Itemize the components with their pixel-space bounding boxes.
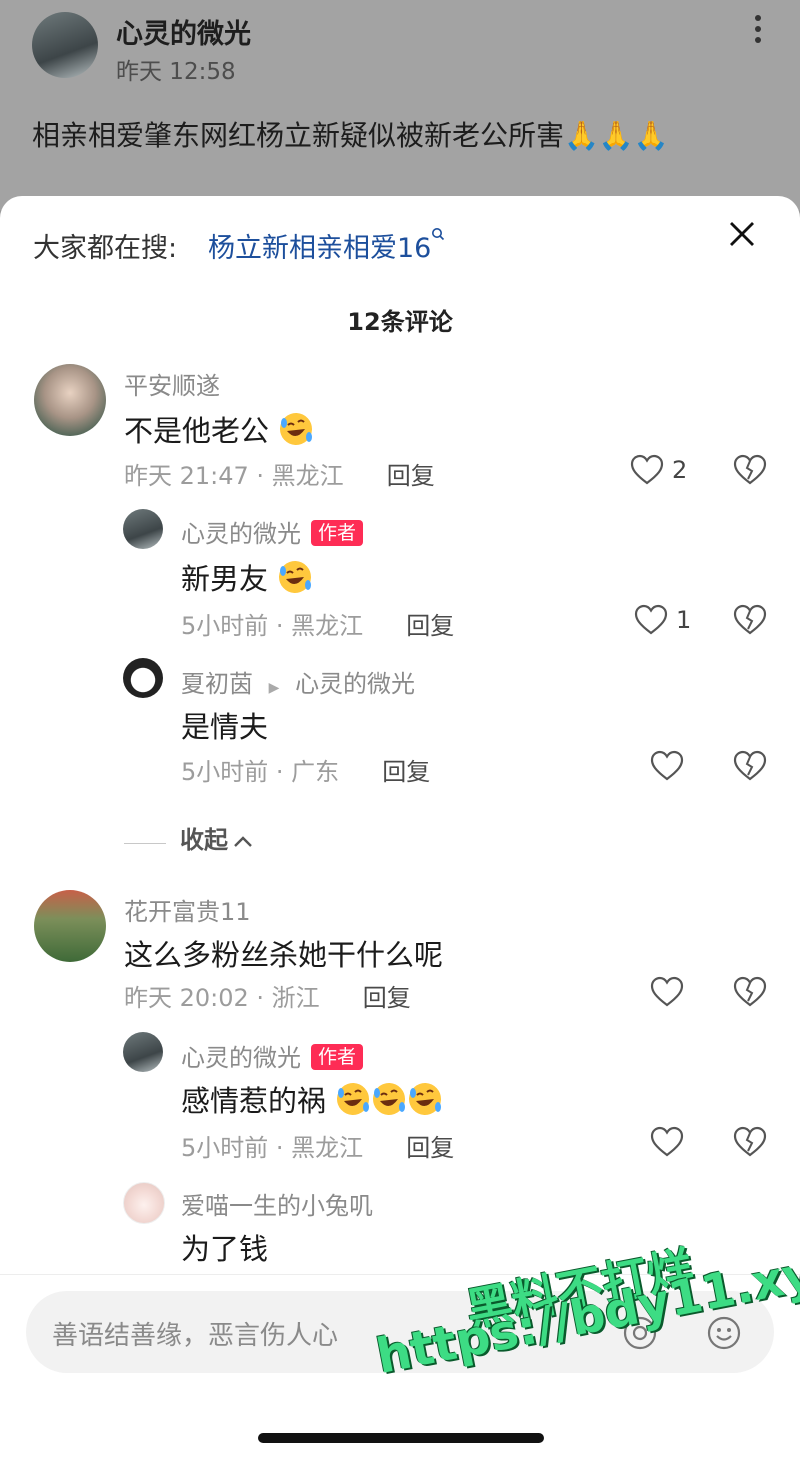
like-count: 2 — [672, 456, 688, 484]
reply-username-row: 夏初茵 ▶ 心灵的微光 — [181, 664, 415, 699]
comment-text-body: 感情惹的祸 — [181, 1084, 327, 1118]
comment-username[interactable]: 平安顺遂 — [124, 366, 220, 401]
heart-outline-icon — [630, 454, 664, 485]
comment-text-body: 不是他老公 — [124, 414, 270, 448]
comment-meta: 5小时前 · 广东 — [181, 758, 340, 786]
heart-outline-icon[interactable] — [650, 750, 684, 786]
reply-username[interactable]: 爱喵一生的小兔叽 — [181, 1186, 373, 1221]
reply-button[interactable]: 回复 — [406, 612, 454, 640]
post-time: 昨天 12:58 — [116, 59, 236, 85]
comment-text-body: 新男友 — [181, 562, 269, 596]
author-badge: 作者 — [311, 1044, 364, 1070]
heart-outline-icon — [634, 604, 668, 635]
avatar[interactable] — [123, 658, 163, 698]
comment-meta: 5小时前 · 黑龙江 — [181, 612, 364, 640]
avatar[interactable] — [123, 1032, 163, 1072]
comment-text: 新男友 — [181, 556, 313, 598]
author-badge: 作者 — [311, 520, 364, 546]
heart-outline-icon[interactable] — [650, 976, 684, 1012]
comment-meta-row: 昨天 21:47 · 黑龙江 回复 — [124, 456, 435, 491]
comment-text: 不是他老公 — [124, 408, 314, 450]
comment-text: 是情夫 — [181, 710, 269, 744]
comment-meta: 5小时前 · 黑龙江 — [181, 1134, 364, 1162]
comment-meta-row: 5小时前 · 黑龙江 回复 — [181, 1128, 454, 1163]
comment-meta: 昨天 20:02 · 浙江 — [124, 984, 320, 1012]
broken-heart-icon[interactable] — [733, 1126, 767, 1162]
avatar[interactable] — [123, 509, 163, 549]
reply-username[interactable]: 夏初茵 — [181, 670, 253, 698]
comment-meta: 昨天 21:47 · 黑龙江 — [124, 462, 344, 490]
broken-heart-icon[interactable] — [733, 976, 767, 1012]
comment-input-placeholder[interactable]: 善语结善缘，恶言伤人心 — [52, 1315, 338, 1352]
laughing-tears-emoji — [337, 1083, 370, 1115]
comment-meta-row: 5小时前 · 广东 回复 — [181, 752, 430, 787]
heart-outline-icon[interactable] — [650, 1126, 684, 1162]
broken-heart-icon[interactable] — [733, 604, 767, 640]
laughing-tears-emoji — [280, 413, 313, 445]
reply-username[interactable]: 心灵的微光 — [181, 1044, 301, 1072]
broken-heart-icon[interactable] — [733, 750, 767, 786]
laughing-tears-emoji — [373, 1083, 406, 1115]
reply-button[interactable]: 回复 — [382, 758, 430, 786]
reply-button[interactable]: 回复 — [406, 1134, 454, 1162]
post-author-avatar[interactable] — [32, 12, 98, 78]
comment-text: 为了钱 — [181, 1232, 269, 1266]
hot-search-label: 大家都在搜: — [33, 233, 178, 264]
avatar[interactable] — [34, 364, 106, 436]
like-button[interactable]: 1 — [634, 604, 691, 636]
collapse-replies-button[interactable]: 收起 — [124, 820, 253, 855]
divider — [124, 843, 166, 844]
reply-username[interactable]: 心灵的微光 — [181, 520, 301, 548]
like-count: 1 — [676, 606, 692, 634]
broken-heart-icon[interactable] — [733, 454, 767, 490]
more-vertical-icon[interactable] — [748, 14, 768, 44]
hot-search-link[interactable]: 杨立新相亲相爱16 — [208, 226, 445, 265]
like-button[interactable]: 2 — [630, 454, 687, 486]
home-indicator[interactable] — [258, 1433, 544, 1443]
avatar[interactable] — [123, 1182, 165, 1224]
comment-count: 12条评论 — [347, 308, 453, 336]
comment-text: 感情惹的祸 — [181, 1078, 443, 1120]
praying-hands-emoji: 🙏🙏🙏 — [564, 119, 669, 152]
post-text: 相亲相爱肇东网红杨立新疑似被新老公所害🙏🙏🙏 — [32, 114, 669, 154]
reply-button[interactable]: 回复 — [387, 462, 435, 490]
chevron-up-icon — [234, 836, 252, 847]
reply-username-row: 心灵的微光 作者 — [181, 1038, 364, 1073]
background-post: 心灵的微光 昨天 12:58 相亲相爱肇东网红杨立新疑似被新老公所害🙏🙏🙏 — [0, 0, 800, 210]
laughing-tears-emoji — [279, 561, 312, 593]
hot-search-query[interactable]: 杨立新相亲相爱16 — [208, 233, 431, 264]
search-icon — [431, 226, 445, 245]
reply-to-username[interactable]: 心灵的微光 — [295, 670, 415, 698]
comment-username[interactable]: 花开富贵11 — [124, 892, 251, 927]
avatar[interactable] — [34, 890, 106, 962]
comment-meta-row: 5小时前 · 黑龙江 回复 — [181, 606, 454, 641]
close-icon[interactable] — [724, 218, 760, 254]
post-author-name[interactable]: 心灵的微光 — [116, 12, 251, 51]
post-text-body: 相亲相爱肇东网红杨立新疑似被新老公所害 — [32, 119, 565, 152]
reply-username-row: 心灵的微光 作者 — [181, 514, 364, 549]
play-right-icon: ▶ — [268, 680, 280, 696]
reply-button[interactable]: 回复 — [363, 984, 411, 1012]
collapse-label: 收起 — [180, 826, 228, 854]
laughing-tears-emoji — [409, 1083, 442, 1115]
comment-text: 这么多粉丝杀她干什么呢 — [124, 938, 444, 972]
comment-meta-row: 昨天 20:02 · 浙江 回复 — [124, 978, 411, 1013]
